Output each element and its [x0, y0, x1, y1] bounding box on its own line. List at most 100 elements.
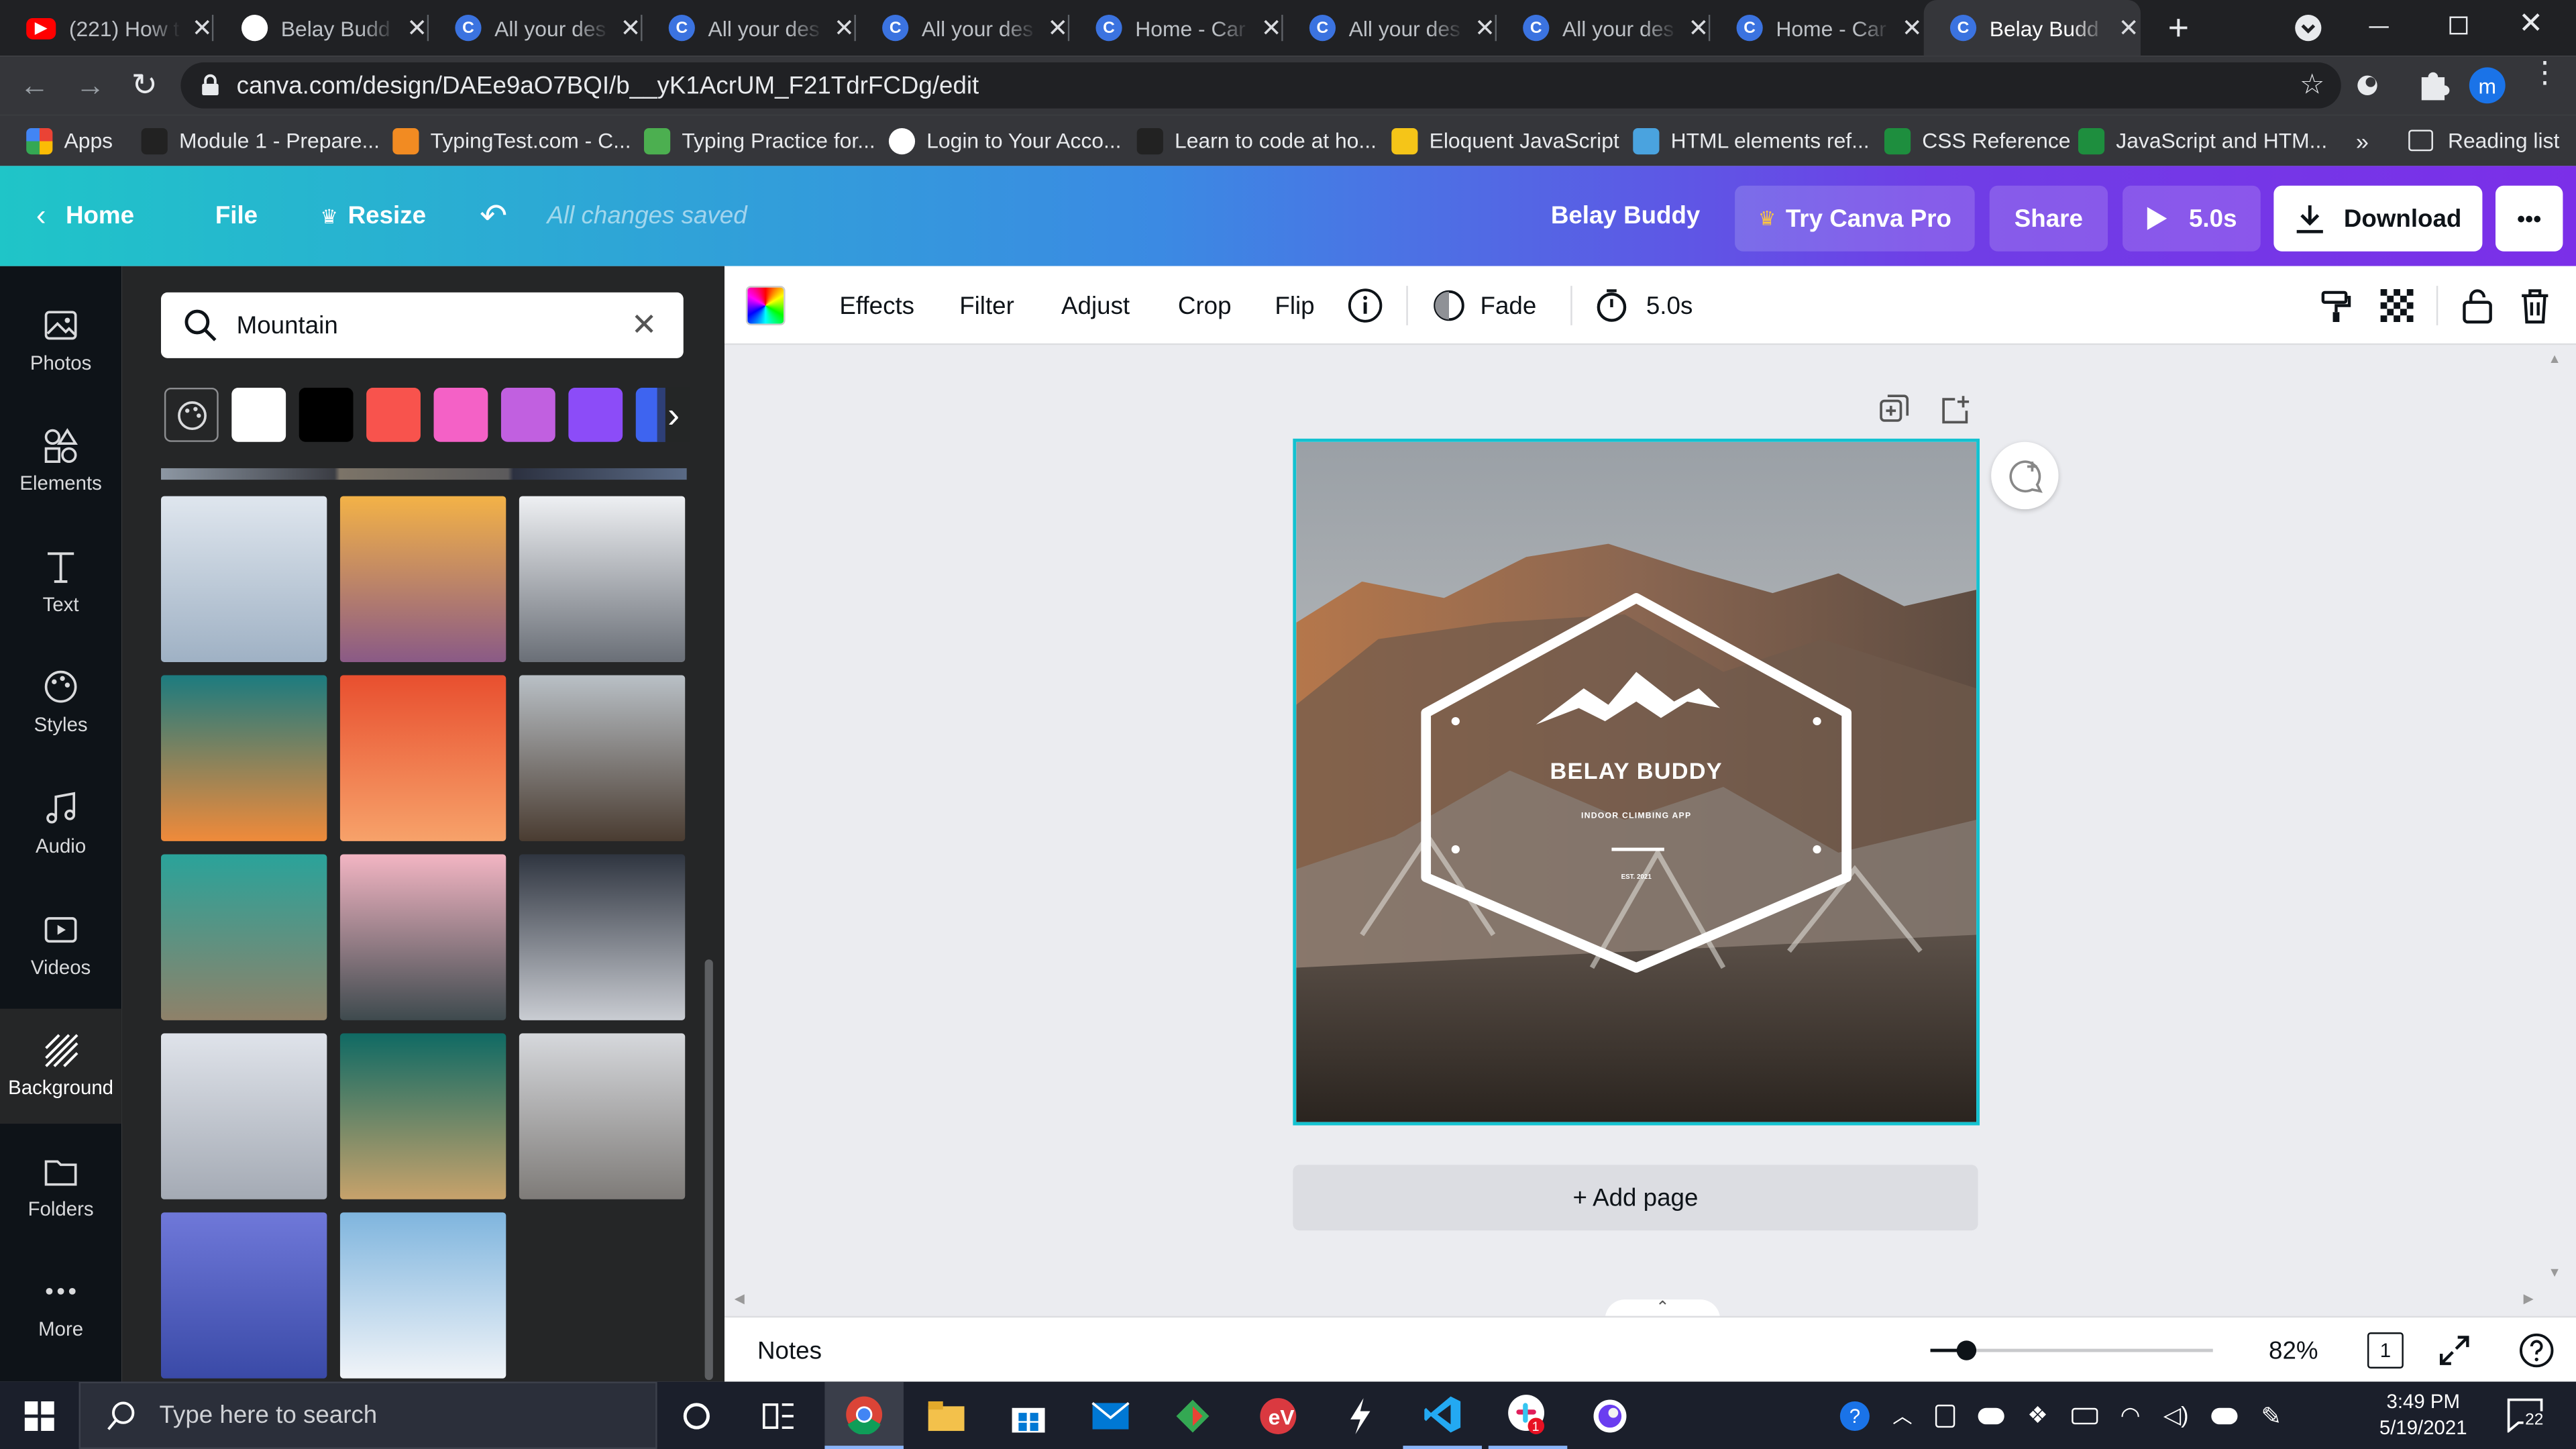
dropbox-icon[interactable]: ❖	[2027, 1401, 2048, 1430]
address-bar[interactable]: canva.com/design/DAEe9aO7BQI/b__yK1AcrUM…	[180, 62, 2341, 109]
browser-tab[interactable]: C All your des ✕	[1283, 0, 1497, 56]
rail-item-more[interactable]: More	[0, 1250, 121, 1364]
tab-close-icon[interactable]: ✕	[191, 13, 213, 43]
bookmark-item[interactable]: JavaScript and HTM...	[2078, 115, 2327, 166]
rail-item-folders[interactable]: Folders	[0, 1129, 121, 1244]
tab-close-icon[interactable]: ✕	[405, 13, 429, 43]
rail-item-videos[interactable]: Videos	[0, 887, 121, 1002]
screen-recorder-icon[interactable]	[1570, 1382, 1650, 1449]
scroll-down-icon[interactable]: ▼	[2548, 1265, 2561, 1280]
reading-list-button[interactable]: Reading list	[2408, 115, 2559, 166]
zoom-slider-handle[interactable]	[1957, 1340, 1978, 1360]
browser-tab[interactable]: Belay Budd ✕	[215, 0, 429, 56]
design-page[interactable]: BELAY BUDDY INDOOR CLIMBING APP EST. 202…	[1293, 438, 1980, 1126]
home-button[interactable]: ‹ Home	[36, 166, 134, 266]
tab-close-icon[interactable]: ✕	[619, 13, 643, 43]
extension-lock-icon[interactable]	[2346, 64, 2389, 107]
color-picker-button[interactable]	[745, 286, 786, 325]
background-thumbnail-snow-valley[interactable]	[161, 1033, 327, 1199]
url-text[interactable]: canva.com/design/DAEe9aO7BQI/b__yK1AcrUM…	[237, 72, 979, 100]
file-menu-button[interactable]: File	[215, 166, 258, 266]
window-close-icon[interactable]: ✕	[2518, 7, 2543, 41]
browser-tab[interactable]: C All your des ✕	[1497, 0, 1711, 56]
cloud-upload-icon[interactable]	[2211, 1407, 2239, 1424]
background-thumbnail-misty-snow-hills[interactable]	[519, 1033, 686, 1199]
slack-icon[interactable]: 1	[1488, 1382, 1568, 1449]
background-search-input[interactable]: Mountain ✕	[161, 292, 684, 358]
add-page-icon[interactable]	[1940, 394, 1970, 424]
more-options-button[interactable]: •••	[2496, 185, 2563, 252]
share-button[interactable]: Share	[1989, 185, 2108, 252]
store-icon[interactable]	[989, 1382, 1068, 1449]
gitkraken-icon[interactable]	[1153, 1382, 1232, 1449]
tab-search-icon[interactable]	[2295, 15, 2322, 42]
windows-start-icon[interactable]	[0, 1382, 79, 1449]
vscode-icon[interactable]	[1403, 1382, 1482, 1449]
bookmark-item[interactable]: CSS Reference	[1884, 115, 2071, 166]
rail-item-text[interactable]: Text	[0, 525, 121, 639]
tab-close-icon[interactable]: ✕	[1473, 13, 1497, 43]
browser-tab[interactable]: C All your des ✕	[856, 0, 1070, 56]
background-thumbnail-snowy-peaks[interactable]	[519, 496, 686, 662]
tab-close-icon[interactable]: ✕	[1686, 13, 1710, 43]
background-thumbnail-purple-half-dome[interactable]	[161, 1212, 327, 1379]
chrome-taskbar-icon[interactable]	[824, 1381, 904, 1449]
cortana-icon[interactable]	[657, 1382, 737, 1449]
paint-format-icon[interactable]	[2320, 266, 2353, 345]
notes-button[interactable]: Notes	[757, 1318, 822, 1383]
page-grid-button[interactable]: 1	[2367, 1332, 2404, 1369]
bookmark-item[interactable]: TypingTest.com - C...	[392, 115, 631, 166]
play-button[interactable]: 5.0s	[2123, 185, 2261, 252]
new-tab-button[interactable]: +	[2162, 0, 2195, 56]
flip-button[interactable]: Flip	[1275, 266, 1314, 345]
browser-tab[interactable]: C All your des ✕	[429, 0, 643, 56]
color-swatch[interactable]	[231, 387, 286, 442]
restore-icon[interactable]	[2449, 16, 2468, 35]
resize-button[interactable]: ♛ Resize	[321, 166, 426, 266]
info-icon[interactable]	[1347, 266, 1383, 345]
background-thumbnail-sunset-hazy-ridges[interactable]	[339, 496, 506, 662]
file-explorer-icon[interactable]	[907, 1382, 986, 1449]
browser-tab[interactable]: ▶ (221) How t ✕	[0, 0, 214, 56]
add-page-button[interactable]: + Add page	[1293, 1165, 1978, 1231]
extensions-puzzle-icon[interactable]	[2415, 64, 2451, 104]
color-swatch[interactable]	[568, 387, 623, 442]
duration-button[interactable]: 5.0s	[1594, 266, 1693, 345]
bookmark-item[interactable]: Module 1 - Prepare...	[141, 115, 380, 166]
bookmark-item[interactable]: Login to Your Acco...	[888, 115, 1122, 166]
background-thumbnail-clouds-over-mountains[interactable]	[161, 496, 327, 662]
download-button[interactable]: Download	[2273, 185, 2483, 252]
transparency-icon[interactable]	[2380, 266, 2414, 345]
bookmark-item[interactable]: Eloquent JavaScript	[1391, 115, 1619, 166]
effects-button[interactable]: Effects	[839, 266, 914, 345]
zoom-level[interactable]: 82%	[2269, 1318, 2318, 1383]
profile-avatar[interactable]: m	[2469, 67, 2506, 104]
back-icon[interactable]: ←	[19, 69, 49, 103]
volume-icon[interactable]: ◁)	[2163, 1401, 2189, 1430]
onedrive-icon[interactable]	[1978, 1407, 2004, 1424]
bookmark-item[interactable]: Learn to code at ho...	[1136, 115, 1377, 166]
scroll-left-icon[interactable]: ◀	[735, 1291, 745, 1306]
delete-icon[interactable]	[2520, 266, 2550, 345]
color-palette-button[interactable]	[164, 387, 219, 442]
browser-menu-icon[interactable]: ⋮	[2530, 58, 2559, 87]
background-thumbnail-turquoise-water-cliff[interactable]	[161, 854, 327, 1020]
design-title[interactable]: Belay Buddy	[1551, 166, 1701, 266]
tab-close-icon[interactable]: ✕	[2116, 13, 2141, 43]
task-view-icon[interactable]	[739, 1382, 818, 1449]
rail-item-styles[interactable]: Styles	[0, 645, 121, 760]
fullscreen-icon[interactable]	[2438, 1334, 2471, 1367]
lightning-app-icon[interactable]	[1321, 1382, 1400, 1449]
bookmark-item[interactable]: Apps	[26, 115, 113, 166]
tab-close-icon[interactable]: ✕	[833, 13, 856, 43]
tab-close-icon[interactable]: ✕	[1046, 13, 1069, 43]
try-canva-pro-button[interactable]: ♛ Try Canva Pro	[1735, 185, 1975, 252]
background-thumbnail-orange-horizon[interactable]	[161, 675, 327, 841]
adjust-button[interactable]: Adjust	[1061, 266, 1130, 345]
rail-item-photos[interactable]: Photos	[0, 282, 121, 397]
fade-button[interactable]: Fade	[1431, 266, 1536, 345]
color-swatch[interactable]	[299, 387, 354, 442]
bookmark-item[interactable]: HTML elements ref...	[1633, 115, 1870, 166]
scroll-up-icon[interactable]: ▲	[2548, 352, 2561, 366]
expressvpn-icon[interactable]: eV	[1239, 1382, 1318, 1449]
